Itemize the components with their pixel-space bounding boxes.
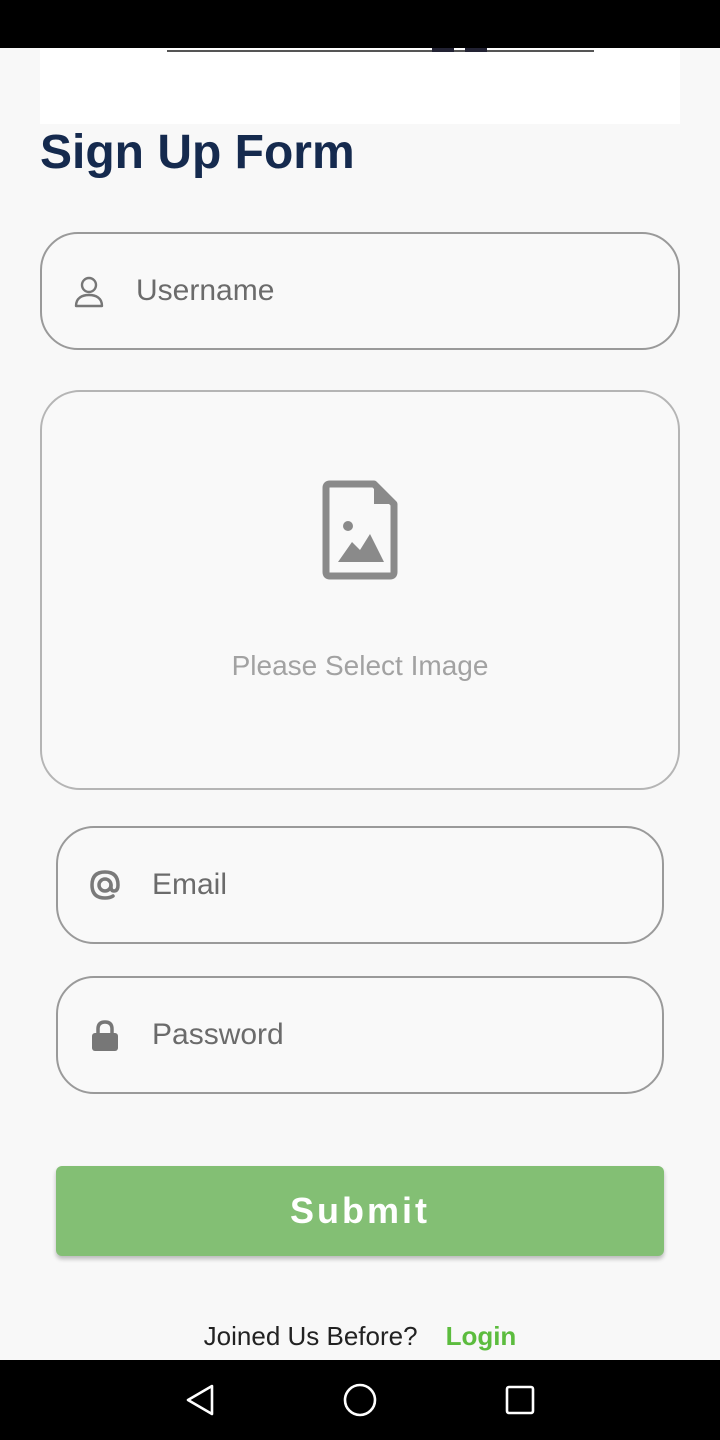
- password-field[interactable]: [56, 976, 664, 1094]
- login-prompt: Joined Us Before? Login: [0, 1318, 720, 1354]
- at-icon: [88, 868, 122, 902]
- submit-button[interactable]: Submit: [56, 1166, 664, 1256]
- back-triangle-icon[interactable]: [180, 1380, 220, 1420]
- banner-mark: [432, 48, 454, 52]
- username-field[interactable]: [40, 232, 680, 350]
- email-input[interactable]: [152, 865, 632, 905]
- image-file-icon: [322, 480, 398, 585]
- login-link[interactable]: Login: [446, 1321, 517, 1351]
- recents-square-icon[interactable]: [500, 1380, 540, 1420]
- image-picker-label: Please Select Image: [231, 650, 489, 681]
- navigation-bar: [0, 1360, 720, 1440]
- header-banner-image: [40, 48, 680, 124]
- page-title: Sign Up Form: [40, 126, 355, 179]
- email-field[interactable]: [56, 826, 664, 944]
- image-picker[interactable]: Please Select Image: [40, 390, 680, 790]
- username-input[interactable]: [136, 271, 636, 311]
- banner-mark: [465, 48, 487, 52]
- login-question: Joined Us Before?: [203, 1321, 418, 1351]
- lock-icon: [88, 1018, 122, 1054]
- status-bar: [0, 0, 720, 48]
- banner-line: [167, 50, 594, 52]
- password-input[interactable]: [152, 1015, 632, 1055]
- person-icon: [72, 274, 106, 310]
- home-circle-icon[interactable]: [340, 1380, 380, 1420]
